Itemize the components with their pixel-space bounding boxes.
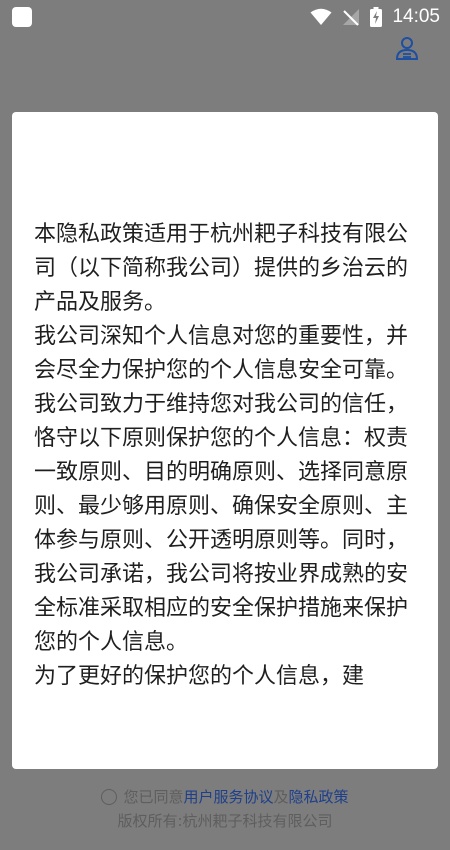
copyright-text: 版权所有:杭州耙子科技有限公司: [117, 812, 333, 830]
user-agreement-link[interactable]: 用户服务协议: [183, 788, 273, 806]
status-icons: 14:05: [310, 4, 440, 30]
battery-charging-icon: [370, 7, 383, 27]
privacy-policy-dialog[interactable]: 本隐私政策适用于杭州耙子科技有限公司（以下简称我公司）提供的乡治云的产品及服务。…: [12, 112, 438, 769]
user-service-icon[interactable]: [394, 35, 420, 61]
agree-radio-button[interactable]: [101, 789, 118, 805]
agree-prefix-text: 您已同意: [123, 788, 184, 806]
and-text: 及: [273, 788, 289, 806]
privacy-policy-link[interactable]: 隐私政策: [289, 788, 349, 806]
privacy-paragraph-3: 为了更好的保护您的个人信息，建: [34, 664, 365, 689]
notification-icon: [12, 7, 32, 27]
no-signal-icon: [343, 9, 360, 26]
privacy-policy-content[interactable]: 本隐私政策适用于杭州耙子科技有限公司（以下简称我公司）提供的乡治云的产品及服务。…: [34, 218, 418, 694]
status-bar: 14:05: [0, 0, 450, 34]
wifi-icon: [310, 8, 332, 25]
agreement-row: 您已同意用户服务协议及隐私政策: [0, 786, 450, 808]
privacy-paragraph-2: 我公司深知个人信息对您的重要性，并会尽全力保护您的个人信息安全可靠。我公司致力于…: [34, 324, 409, 655]
status-time: 14:05: [392, 6, 440, 27]
privacy-paragraph-1: 本隐私政策适用于杭州耙子科技有限公司（以下简称我公司）提供的乡治云的产品及服务。: [34, 222, 409, 315]
